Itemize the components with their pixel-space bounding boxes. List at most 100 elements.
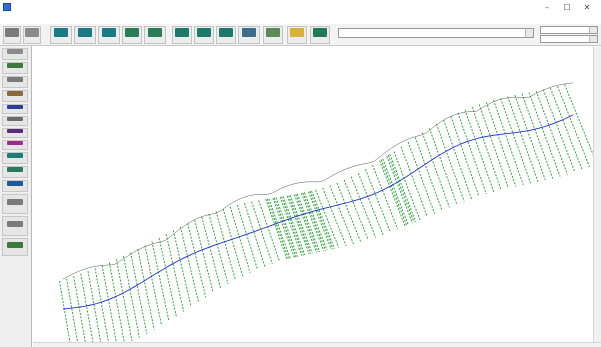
toolbar-button-6[interactable] [144, 26, 166, 44]
cross-section-line [101, 265, 117, 342]
culvert-icon [7, 129, 23, 134]
cross-section-line [514, 95, 546, 181]
cross-section-line [457, 112, 487, 195]
cross-section-line [428, 128, 458, 205]
toolbar-button-3[interactable] [74, 26, 96, 44]
cross-section-line [215, 211, 236, 281]
palette-button-6[interactable] [2, 128, 28, 138]
cross-section-line [414, 137, 443, 211]
cross-section-line [94, 268, 109, 342]
menu-item[interactable] [27, 16, 39, 22]
palette-button-12[interactable] [2, 216, 28, 236]
toolbar-button-12[interactable] [287, 26, 307, 44]
toolbar-button-11[interactable] [263, 26, 283, 44]
close-icon[interactable]: ✕ [577, 1, 597, 13]
app-window: – ☐ ✕ [0, 0, 601, 347]
cross-section-line [471, 106, 502, 191]
toolbar-button-7[interactable] [172, 26, 192, 44]
cross-section-line [450, 116, 480, 197]
toolbar-glyph-icon [125, 28, 139, 37]
cross-section-line [485, 101, 517, 187]
chevron-down-icon[interactable] [525, 29, 533, 37]
cross-section-line [187, 223, 207, 298]
toolbar-glyph-icon [266, 28, 280, 37]
toolbar-button-0[interactable] [3, 26, 21, 44]
xyz-perspective-canvas[interactable] [33, 47, 593, 342]
palette-button-5[interactable] [2, 116, 28, 126]
palette-button-10[interactable] [2, 180, 28, 192]
tool-icon [7, 181, 23, 187]
palette-button-3[interactable] [2, 90, 28, 102]
cross-section-line [564, 84, 593, 156]
menu-item[interactable] [6, 16, 18, 22]
palette-button-4[interactable] [2, 104, 28, 114]
window-controls: – ☐ ✕ [537, 1, 597, 13]
bridge-icon [7, 105, 23, 110]
toolbar-button-13[interactable] [310, 26, 330, 44]
toolbar-glyph-icon [197, 28, 211, 37]
menu-item[interactable] [153, 16, 165, 22]
toolbar-glyph-icon [219, 28, 233, 37]
palette-button-13[interactable] [2, 238, 28, 256]
vertical-scrollbar[interactable] [593, 47, 601, 342]
toolbar-glyph-icon [102, 28, 116, 37]
chevron-down-icon[interactable] [589, 36, 597, 42]
cross-section-line [493, 99, 524, 185]
toolbar-button-10[interactable] [238, 26, 260, 44]
cross-section-line [194, 219, 214, 293]
palette-button-11[interactable] [2, 194, 28, 214]
menu-item[interactable] [48, 16, 60, 22]
cross-section-line [201, 216, 222, 289]
toolbar-button-8[interactable] [194, 26, 214, 44]
toolbar-button-4[interactable] [98, 26, 120, 44]
cross-section-line [521, 93, 554, 179]
menu-item[interactable] [111, 16, 123, 22]
cross-section-line [549, 87, 583, 170]
tool-icon [7, 153, 23, 159]
toolbar-button-9[interactable] [216, 26, 236, 44]
cross-section-line [229, 206, 251, 273]
chevron-down-icon[interactable] [589, 27, 597, 33]
cross-section-line [436, 123, 465, 202]
palette-button-8[interactable] [2, 152, 28, 164]
cross-section-line [165, 234, 185, 312]
menu-item[interactable] [174, 16, 186, 22]
maximize-icon[interactable]: ☐ [557, 1, 577, 13]
folder-icon [290, 28, 304, 37]
plan-combo[interactable] [540, 26, 598, 34]
cross-section-line [528, 92, 561, 177]
toolbar-glyph-icon [175, 28, 189, 37]
palette-button-1[interactable] [2, 62, 28, 74]
cross-section-line [115, 259, 133, 342]
toolbar-button-2[interactable] [50, 26, 72, 44]
menu-item[interactable] [132, 16, 144, 22]
toolbar-glyph-icon [25, 28, 39, 37]
menu-item[interactable] [69, 16, 81, 22]
minimize-icon[interactable]: – [537, 1, 557, 13]
menu-item[interactable] [90, 16, 102, 22]
cross-section-line [87, 271, 102, 342]
cross-section-line [421, 132, 450, 208]
river-combo[interactable] [540, 35, 598, 43]
palette-button-7[interactable] [2, 140, 28, 150]
toolbar [0, 24, 601, 46]
bank-outline-line [62, 82, 574, 280]
toolbar-button-5[interactable] [122, 26, 142, 44]
toolbar-glyph-icon [78, 28, 92, 37]
status-bar [33, 342, 601, 347]
cross-section-line [179, 226, 199, 303]
profile-combo[interactable] [338, 28, 534, 38]
cross-section-line [208, 213, 229, 285]
cross-section-line [123, 256, 140, 338]
tool-icon [7, 220, 23, 227]
toolbar-glyph-icon [148, 28, 162, 37]
palette-button-2[interactable] [2, 76, 28, 88]
palette-button-9[interactable] [2, 166, 28, 178]
tool-icon [7, 77, 23, 83]
palette-button-0[interactable] [2, 48, 28, 60]
tool-icon [7, 198, 23, 205]
cross-section-line [557, 86, 591, 168]
cross-section-line [407, 141, 436, 214]
toolbar-button-1[interactable] [23, 26, 41, 44]
menu-bar [0, 14, 601, 24]
